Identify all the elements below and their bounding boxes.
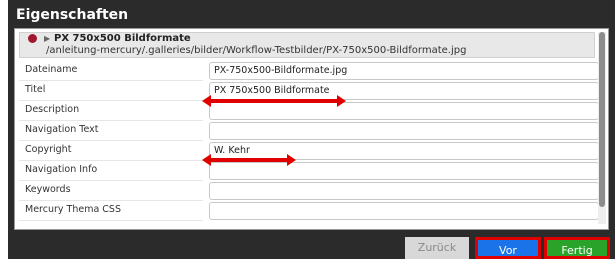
dialog-content: ▶ PX 750x500 Bildformate /anleitung-merc… [14,28,609,230]
field-label-keywords: Keywords [25,184,71,195]
mercury-thema-css-input[interactable] [209,202,599,220]
field-label-dateiname: Dateiname [25,64,78,75]
next-button[interactable]: Vor [475,237,541,259]
field-row-titel: Titel PX 750x500 Bildformate [19,81,599,101]
field-row-keywords: Keywords [19,181,599,201]
titel-input[interactable]: PX 750x500 Bildformate [209,82,599,100]
done-button[interactable]: Fertig [544,237,610,259]
field-row-copyright: Copyright W. Kehr [19,141,599,161]
keywords-input[interactable] [209,182,599,200]
field-row-navigation-text: Navigation Text [19,121,599,141]
field-row-dateiname: Dateiname PX-750x500-Bildformate.jpg [19,61,599,81]
navigation-info-input[interactable] [209,162,599,180]
navigation-text-input[interactable] [209,122,599,140]
field-label-description: Description [25,104,80,115]
annotation-arrow-titel [202,95,346,107]
properties-form: Dateiname PX-750x500-Bildformate.jpg Tit… [19,61,599,221]
scrollbar-thumb[interactable] [599,32,605,207]
field-row-description: Description [19,101,599,121]
resource-path: /anleitung-mercury/.galleries/bilder/Wor… [46,45,467,56]
field-label-titel: Titel [25,84,46,95]
back-button[interactable]: Zurück [405,237,469,259]
field-label-navigation-text: Navigation Text [25,124,99,135]
resource-status-icon [28,34,37,43]
expand-triangle-icon[interactable]: ▶ [44,33,50,45]
resource-title: PX 750x500 Bildformate [54,33,191,44]
description-input[interactable] [209,102,599,120]
field-label-navigation-info: Navigation Info [25,164,98,175]
annotation-arrow-copyright [202,154,296,166]
properties-dialog: Eigenschaften ▶ PX 750x500 Bildformate /… [8,0,615,259]
dateiname-input[interactable]: PX-750x500-Bildformate.jpg [209,62,599,80]
field-row-mercury-thema-css: Mercury Thema CSS [19,201,599,221]
dialog-title: Eigenschaften [8,0,615,30]
resource-header: ▶ PX 750x500 Bildformate /anleitung-merc… [19,32,595,58]
field-label-copyright: Copyright [25,144,72,155]
vertical-scrollbar[interactable] [598,32,606,224]
dialog-footer: Zurück Vor Fertig [8,232,615,259]
field-label-mercury-thema-css: Mercury Thema CSS [25,204,121,215]
field-row-navigation-info: Navigation Info [19,161,599,181]
